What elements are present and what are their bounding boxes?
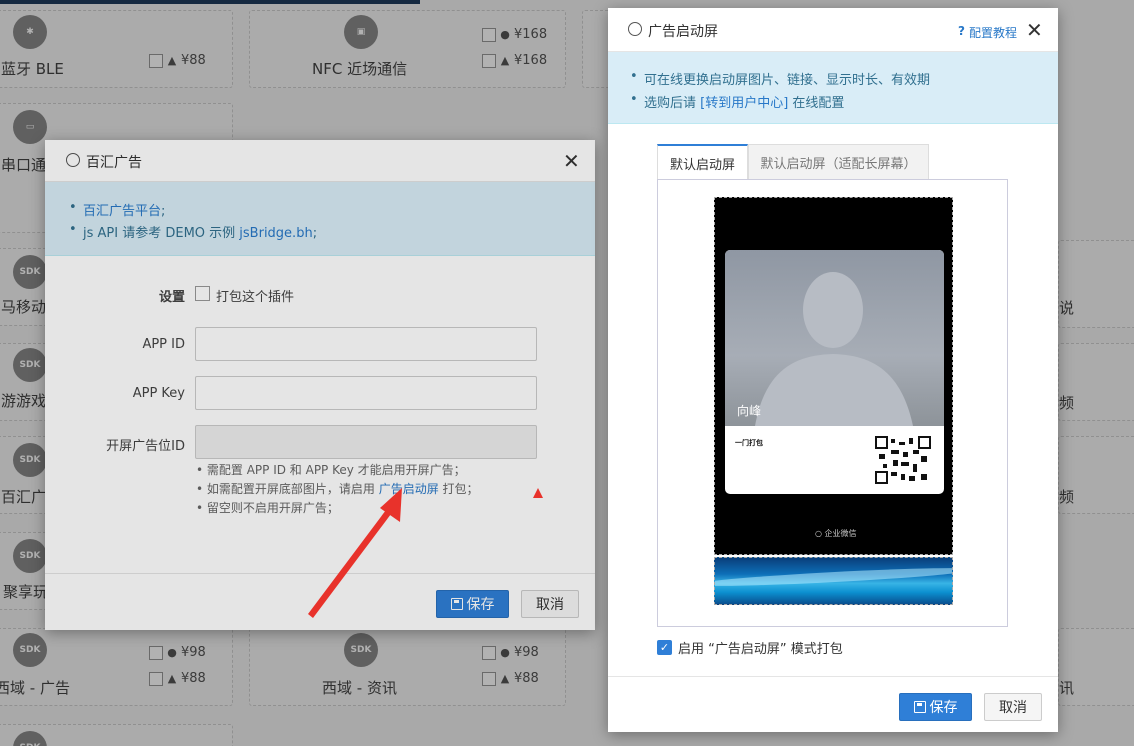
info-line-1: 百汇广告平台; (67, 200, 317, 219)
tab-default-splash[interactable]: 默认启动屏 (657, 144, 748, 180)
save-button-label: 保存 (929, 700, 958, 716)
enable-splash-label[interactable]: 启用 “广告启动屏” 模式打包 (678, 638, 843, 657)
wecom-brand-text: 企业微信 (824, 529, 857, 538)
dialog-header: 广告启动屏 ? 配置教程 ✕ (608, 8, 1058, 52)
small-triangle-marker (533, 488, 543, 498)
qr-module (883, 464, 887, 468)
close-icon[interactable]: ✕ (1026, 20, 1043, 40)
arrow-shaft (308, 506, 394, 618)
dialog-header: 百汇广告 ✕ (45, 140, 595, 182)
info-line-1: 可在线更换启动屏图片、链接、显示时长、有效期 (628, 69, 930, 88)
company-name: 一门打包 (735, 439, 763, 447)
close-icon[interactable]: ✕ (563, 151, 580, 171)
qr-module (921, 456, 927, 462)
info-line-2: 选购后请 [转到用户中心] 在线配置 (628, 92, 930, 111)
person-silhouette (755, 272, 913, 426)
info-line-2: js API 请参考 DEMO 示例 jsBridge.bh; (67, 222, 317, 241)
qr-module (909, 438, 913, 444)
package-checkbox[interactable] (195, 286, 210, 301)
qr-module (913, 464, 917, 472)
dialog-footer-divider (608, 676, 1058, 677)
qr-module (891, 439, 895, 443)
business-card-preview: 向峰 一门打包 (725, 250, 944, 494)
settings-label: 设置 (158, 290, 185, 305)
qr-module (893, 460, 898, 466)
app-key-label: APP Key (132, 386, 185, 401)
info-box: 可在线更换启动屏图片、链接、显示时长、有效期 选购后请 [转到用户中心] 在线配… (608, 52, 1058, 124)
splash-bottom-banner-image[interactable] (714, 557, 953, 605)
save-button[interactable]: 保存 (899, 693, 972, 721)
enable-splash-row[interactable]: ✓ 启用 “广告启动屏” 模式打包 (657, 638, 843, 657)
person-name: 向峰 (737, 404, 762, 418)
qr-module (901, 474, 905, 480)
qr-module (891, 450, 899, 454)
help-icon[interactable]: ? (958, 24, 965, 38)
tab-panel: 向峰 一门打包 ○ 企业微信 (657, 179, 1008, 627)
tab-long-screen-splash[interactable]: 默认启动屏（适配长屏幕） (748, 144, 929, 180)
jsbridge-link[interactable]: jsBridge.bh (239, 226, 312, 241)
app-key-input[interactable] (195, 376, 537, 410)
app-id-label: APP ID (142, 337, 185, 352)
annotation-arrow (308, 488, 543, 618)
info-box: 百汇广告平台; js API 请参考 DEMO 示例 jsBridge.bh; (45, 182, 595, 256)
qr-module (909, 476, 915, 481)
qr-module (901, 462, 909, 466)
info-suffix: ; (161, 204, 166, 219)
qr-code-image (875, 436, 931, 484)
dialog-title: 百汇广告 (86, 155, 142, 171)
hint-line: • 需配置 APP ID 和 APP Key 才能启用开屏广告； (196, 463, 466, 477)
qr-module (899, 442, 905, 445)
dialog-title: 广告启动屏 (648, 24, 718, 40)
splash-preview-image[interactable]: 向峰 一门打包 ○ 企业微信 (714, 197, 953, 555)
qr-module (891, 472, 897, 476)
qr-module (921, 474, 927, 480)
save-icon (913, 701, 926, 713)
info-text: 选购后请 (644, 96, 701, 111)
splash-id-label: 开屏广告位ID (106, 439, 185, 454)
clock-icon (628, 22, 642, 36)
sdk-icon (66, 153, 80, 167)
info-text: js API 请参考 DEMO 示例 (83, 226, 240, 241)
qr-module (903, 452, 908, 457)
package-checkbox-label[interactable]: 打包这个插件 (216, 286, 294, 305)
cancel-button[interactable]: 取消 (984, 693, 1042, 721)
qr-module (913, 450, 919, 454)
person-photo (725, 250, 944, 426)
info-text: 在线配置 (788, 96, 845, 111)
user-center-link[interactable]: [转到用户中心] (700, 96, 788, 111)
splash-ad-dialog: 广告启动屏 ? 配置教程 ✕ 可在线更换启动屏图片、链接、显示时长、有效期 选购… (608, 8, 1058, 732)
info-suffix: ; (312, 226, 318, 241)
wecom-brand: ○ 企业微信 (815, 529, 857, 538)
silhouette-head (803, 272, 863, 348)
app-id-input[interactable] (195, 327, 537, 361)
enable-splash-checkbox[interactable]: ✓ (657, 640, 672, 655)
silhouette-body (755, 354, 913, 426)
config-tutorial-link[interactable]: 配置教程 (969, 24, 1017, 41)
qr-module (879, 454, 885, 459)
splash-id-input[interactable] (195, 425, 537, 459)
platform-link[interactable]: 百汇广告平台 (83, 204, 161, 219)
